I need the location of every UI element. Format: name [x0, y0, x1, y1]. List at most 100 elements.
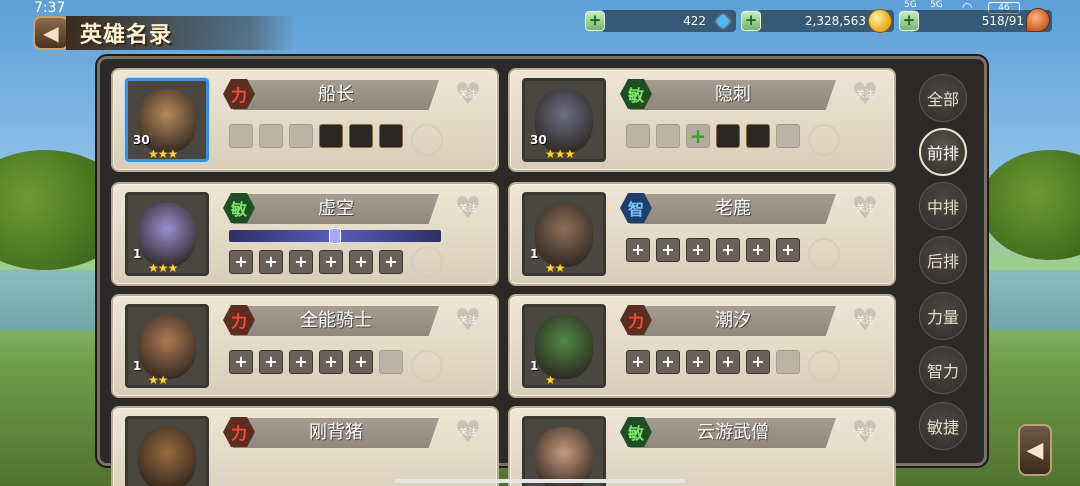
equip-slot-empty	[289, 124, 313, 148]
signal-indicator: 5G	[904, 0, 917, 10]
hero-card[interactable]: 1 ★ 力 潮汐 ♥ 关注 + + + + +	[508, 294, 896, 398]
equipped-item-icon[interactable]	[349, 124, 373, 148]
hero-stars: ★★★	[148, 261, 178, 275]
follow-label: 关注	[855, 204, 874, 214]
equip-slot-add[interactable]: +	[626, 238, 650, 262]
equip-slot-add[interactable]: +	[746, 350, 770, 374]
hero-card[interactable]: 1 ★★ 智 老鹿 ♥ 关注 + + + + + +	[508, 182, 896, 286]
hero-portrait[interactable]: 1 ★★	[522, 192, 606, 276]
hero-portrait[interactable]: 30 ★★★	[522, 78, 606, 162]
hero-name: 虚空	[318, 198, 354, 219]
gems-value: 422	[683, 14, 706, 28]
hero-card[interactable]: 30 ★★★ 力 船长 ♥ 关注	[111, 68, 499, 172]
filter-all[interactable]: 全部	[919, 74, 967, 122]
equip-slot-add[interactable]: +	[259, 250, 283, 274]
gem-socket-icon	[808, 124, 840, 156]
awakening-bar	[229, 228, 441, 244]
hero-card[interactable]: 30 ★★★ 敏 隐刺 ♥ 关注 +	[508, 68, 896, 172]
gem-socket-icon	[808, 238, 840, 270]
hero-name: 刚背猪	[309, 422, 363, 443]
hero-card[interactable]: 1 ★★★ 敏 虚空 ♥ 关注 + + + + + +	[111, 182, 499, 286]
equipped-item-icon[interactable]	[716, 124, 740, 148]
coin-icon	[868, 9, 892, 33]
hero-level: 1	[133, 359, 142, 373]
follow-label: 关注	[458, 204, 477, 214]
equip-slot-add[interactable]: +	[259, 350, 283, 374]
equip-slot-empty	[379, 350, 403, 374]
hero-portrait[interactable]: 1 ★	[522, 304, 606, 388]
status-time: 7:37	[34, 0, 66, 16]
gold-value: 2,328,563	[804, 14, 866, 28]
filter-back[interactable]: 后排	[919, 236, 967, 284]
hero-avatar	[535, 427, 593, 486]
equip-slot-empty	[656, 124, 680, 148]
equip-slot-empty	[776, 124, 800, 148]
hero-avatar	[535, 315, 593, 379]
hero-name: 云游武僧	[697, 422, 769, 443]
equip-slot-add[interactable]: +	[746, 238, 770, 262]
filter-strength[interactable]: 力量	[919, 292, 967, 340]
stamina-value: 518/91	[981, 14, 1024, 28]
hero-stars: ★	[545, 373, 556, 387]
equipped-item-icon[interactable]	[746, 124, 770, 148]
equip-slot-add[interactable]: +	[656, 350, 680, 374]
filter-middle[interactable]: 中排	[919, 182, 967, 230]
hero-portrait[interactable]: 1 ★★★	[125, 192, 209, 276]
equip-slot-available[interactable]: +	[686, 124, 710, 148]
equip-slot-add[interactable]: +	[716, 238, 740, 262]
hero-name: 潮汐	[715, 310, 751, 331]
equip-slot-add[interactable]: +	[319, 250, 343, 274]
hero-name: 隐刺	[715, 84, 751, 105]
equip-slot-add[interactable]: +	[289, 250, 313, 274]
equip-slot-add[interactable]: +	[289, 350, 313, 374]
hero-portrait[interactable]	[125, 416, 209, 486]
equip-slot-empty	[626, 124, 650, 148]
hero-card[interactable]: 力 刚背猪 ♥ 关注	[111, 406, 499, 486]
equip-slot-add[interactable]: +	[656, 238, 680, 262]
equipped-item-icon[interactable]	[319, 124, 343, 148]
equip-slot-add[interactable]: +	[626, 350, 650, 374]
hero-card[interactable]: 1 ★★ 力 全能骑士 ♥ 关注 + + + + +	[111, 294, 499, 398]
hero-portrait[interactable]: 1 ★★	[125, 304, 209, 388]
equip-slot-add[interactable]: +	[716, 350, 740, 374]
equip-slot-empty	[776, 350, 800, 374]
equip-slot-add[interactable]: +	[379, 250, 403, 274]
hero-stars: ★★★	[148, 147, 178, 161]
equip-slot-add[interactable]: +	[319, 350, 343, 374]
follow-label: 关注	[458, 428, 477, 438]
follow-label: 关注	[855, 316, 874, 326]
equip-slot-empty	[229, 124, 253, 148]
back-button[interactable]: ◀	[33, 16, 69, 50]
filter-agility[interactable]: 敏捷	[919, 402, 967, 450]
gem-socket-icon	[808, 350, 840, 382]
equip-slot-add[interactable]: +	[349, 350, 373, 374]
hero-card[interactable]: 敏 云游武僧 ♥ 关注	[508, 406, 896, 486]
hero-level: 30	[133, 133, 150, 147]
equip-slot-add[interactable]: +	[686, 350, 710, 374]
gem-socket-icon	[411, 246, 443, 278]
add-stamina-button[interactable]: +	[899, 11, 919, 31]
follow-label: 关注	[855, 90, 874, 100]
add-gems-button[interactable]: +	[585, 11, 605, 31]
hero-level: 1	[530, 359, 539, 373]
expand-panel-button[interactable]: ◀	[1018, 424, 1052, 476]
equip-slot-add[interactable]: +	[776, 238, 800, 262]
hero-portrait[interactable]	[522, 416, 606, 486]
equip-slot-add[interactable]: +	[686, 238, 710, 262]
equip-slot-add[interactable]: +	[229, 350, 253, 374]
back-arrow-icon: ◀	[43, 21, 59, 45]
filter-column: 全部 前排 中排 后排 力量 智力 敏捷	[905, 66, 975, 462]
add-gold-button[interactable]: +	[741, 11, 761, 31]
background-tree	[980, 150, 1080, 260]
hero-avatar	[138, 427, 196, 486]
equipped-item-icon[interactable]	[379, 124, 403, 148]
follow-label: 关注	[855, 428, 874, 438]
chevron-left-icon: ◀	[1026, 437, 1044, 463]
hero-name: 船长	[318, 84, 354, 105]
filter-front[interactable]: 前排	[919, 128, 967, 176]
hero-portrait[interactable]: 30 ★★★	[125, 78, 209, 162]
equip-slot-add[interactable]: +	[229, 250, 253, 274]
hero-avatar	[138, 203, 196, 267]
equip-slot-add[interactable]: +	[349, 250, 373, 274]
filter-intelligence[interactable]: 智力	[919, 346, 967, 394]
